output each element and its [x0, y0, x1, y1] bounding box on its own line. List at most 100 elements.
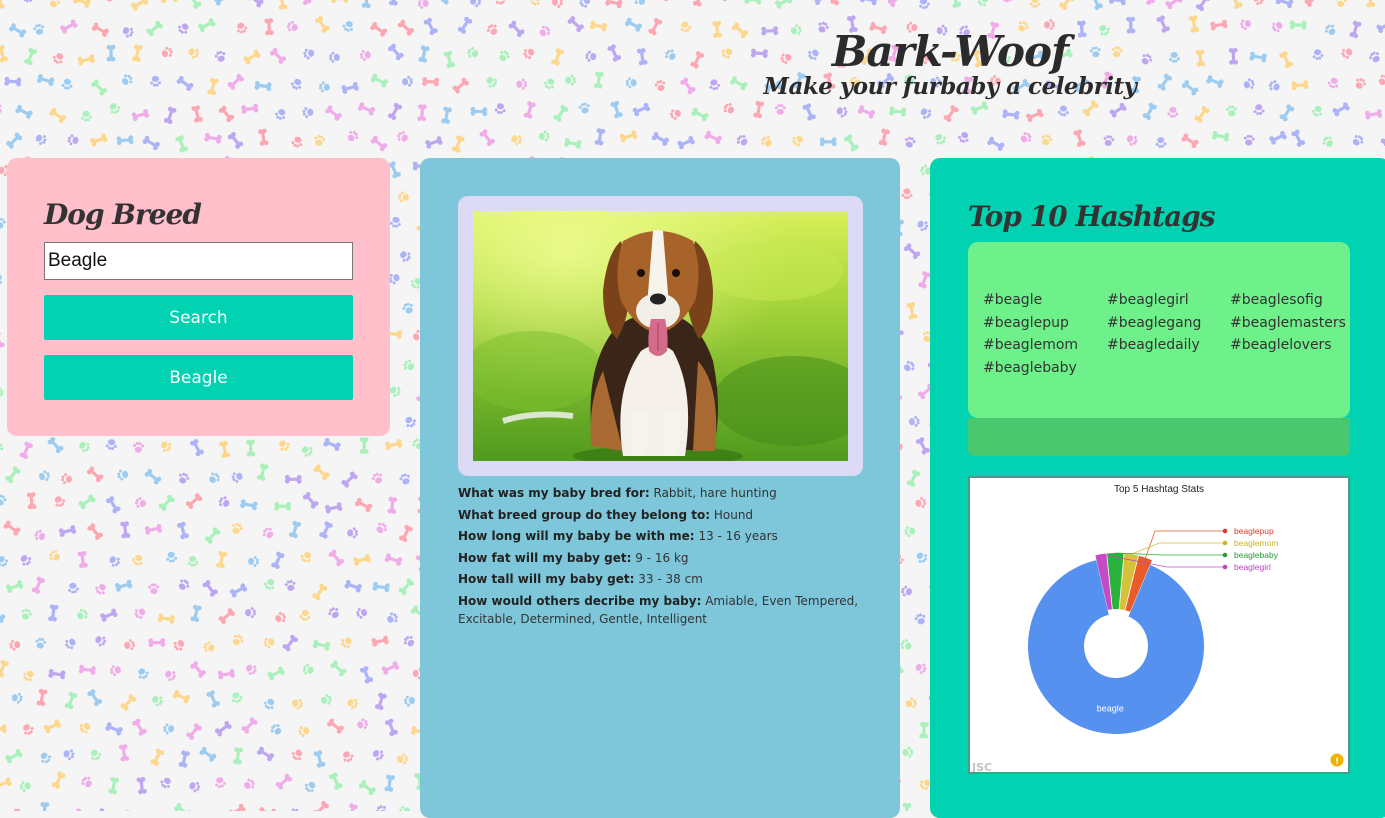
paw-icon [903, 136, 916, 149]
search-button[interactable]: Search [44, 295, 353, 340]
breed-search-input[interactable] [44, 242, 353, 280]
bone-icon [387, 102, 403, 121]
bone-icon [384, 774, 395, 792]
paw-icon [47, 548, 62, 563]
breed-info-panel: What was my baby bred for: Rabbit, hare … [420, 158, 900, 818]
paw-icon [914, 550, 929, 565]
bone-icon [285, 475, 302, 484]
paw-icon [133, 606, 148, 621]
bone-icon [843, 134, 859, 153]
bone-icon [8, 22, 27, 38]
bone-icon [744, 0, 761, 5]
bone-icon [36, 688, 48, 706]
bone-icon [1279, 103, 1296, 122]
bone-icon [87, 808, 106, 811]
bone-icon [753, 100, 765, 118]
bone-icon [206, 690, 221, 709]
paw-icon [319, 81, 331, 93]
bone-icon [550, 48, 564, 67]
bone-icon [915, 436, 931, 455]
paw-icon [131, 553, 145, 567]
hashtag-list-box: #beagle #beaglegirl #beaglesofig #beagle… [968, 242, 1350, 418]
bone-icon [692, 0, 705, 7]
bone-icon [276, 0, 288, 10]
bone-icon [189, 660, 207, 678]
fact-value: 33 - 38 cm [638, 572, 703, 586]
fact-value: Rabbit, hare hunting [654, 486, 777, 500]
bone-icon [78, 493, 97, 510]
bone-icon [1088, 0, 1103, 11]
bone-icon [191, 105, 203, 123]
bone-icon [1025, 108, 1044, 123]
bone-icon [1002, 109, 1020, 120]
paw-icon [284, 579, 297, 591]
paw-icon [67, 582, 80, 594]
bone-icon [23, 47, 37, 66]
fact-breed-group: What breed group do they belong to: Houn… [458, 506, 868, 524]
paw-icon [933, 131, 948, 146]
bone-icon [218, 105, 236, 124]
paw-icon [290, 747, 305, 762]
bone-icon [1269, 130, 1288, 145]
fact-value: Hound [714, 508, 753, 522]
paw-icon [1350, 133, 1365, 148]
paw-icon [52, 494, 67, 509]
paw-icon [291, 135, 304, 148]
bone-icon [217, 669, 235, 680]
bone-icon [15, 104, 34, 119]
bone-icon [302, 491, 320, 509]
paw-icon [214, 776, 227, 789]
paw-icon [402, 634, 417, 649]
bone-icon [72, 0, 91, 9]
bone-icon [0, 777, 12, 791]
paw-icon [494, 103, 506, 115]
paw-icon [75, 607, 90, 622]
paw-icon [61, 473, 73, 485]
bone-icon [1157, 73, 1173, 92]
bone-icon [145, 20, 164, 38]
bone-icon [1212, 131, 1230, 142]
bone-icon [282, 634, 299, 653]
bone-icon [86, 466, 104, 484]
paw-icon [466, 46, 480, 60]
paw-icon [552, 0, 564, 8]
bone-icon [176, 521, 189, 540]
pie-label-beaglepup: beaglepup [1234, 526, 1274, 536]
bone-icon [314, 15, 331, 34]
site-tagline: Make your furbaby a celebrity [760, 72, 1140, 102]
bone-icon [185, 492, 203, 510]
bone-icon [903, 242, 921, 260]
bone-icon [731, 21, 749, 39]
bone-icon [353, 553, 372, 566]
bone-icon [371, 635, 389, 647]
bone-icon [1188, 15, 1199, 33]
paw-icon [19, 780, 31, 793]
bone-icon [387, 43, 405, 61]
bone-icon [605, 0, 623, 9]
paw-icon [234, 21, 248, 35]
paw-icon [1168, 52, 1180, 64]
paw-icon [93, 633, 108, 648]
paw-icon [388, 384, 403, 399]
bone-icon [523, 101, 536, 120]
bone-icon [610, 100, 624, 119]
saved-breed-button[interactable]: Beagle [44, 355, 353, 400]
bone-icon [0, 330, 5, 349]
bone-icon [313, 750, 326, 769]
paw-icon [299, 550, 314, 565]
bone-icon [331, 0, 348, 3]
paw-icon [398, 248, 413, 263]
bone-icon [1195, 49, 1205, 66]
paw-icon [1040, 133, 1054, 147]
bone-icon [78, 664, 96, 675]
bone-icon [889, 106, 907, 117]
bone-icon [120, 693, 138, 711]
bone-icon [185, 0, 202, 10]
paw-icon [1226, 105, 1238, 117]
bone-icon [651, 131, 670, 147]
paw-icon [230, 470, 244, 484]
bone-icon [48, 107, 67, 124]
paw-icon [418, 0, 429, 9]
bone-icon [607, 44, 622, 63]
paw-icon [313, 134, 326, 147]
